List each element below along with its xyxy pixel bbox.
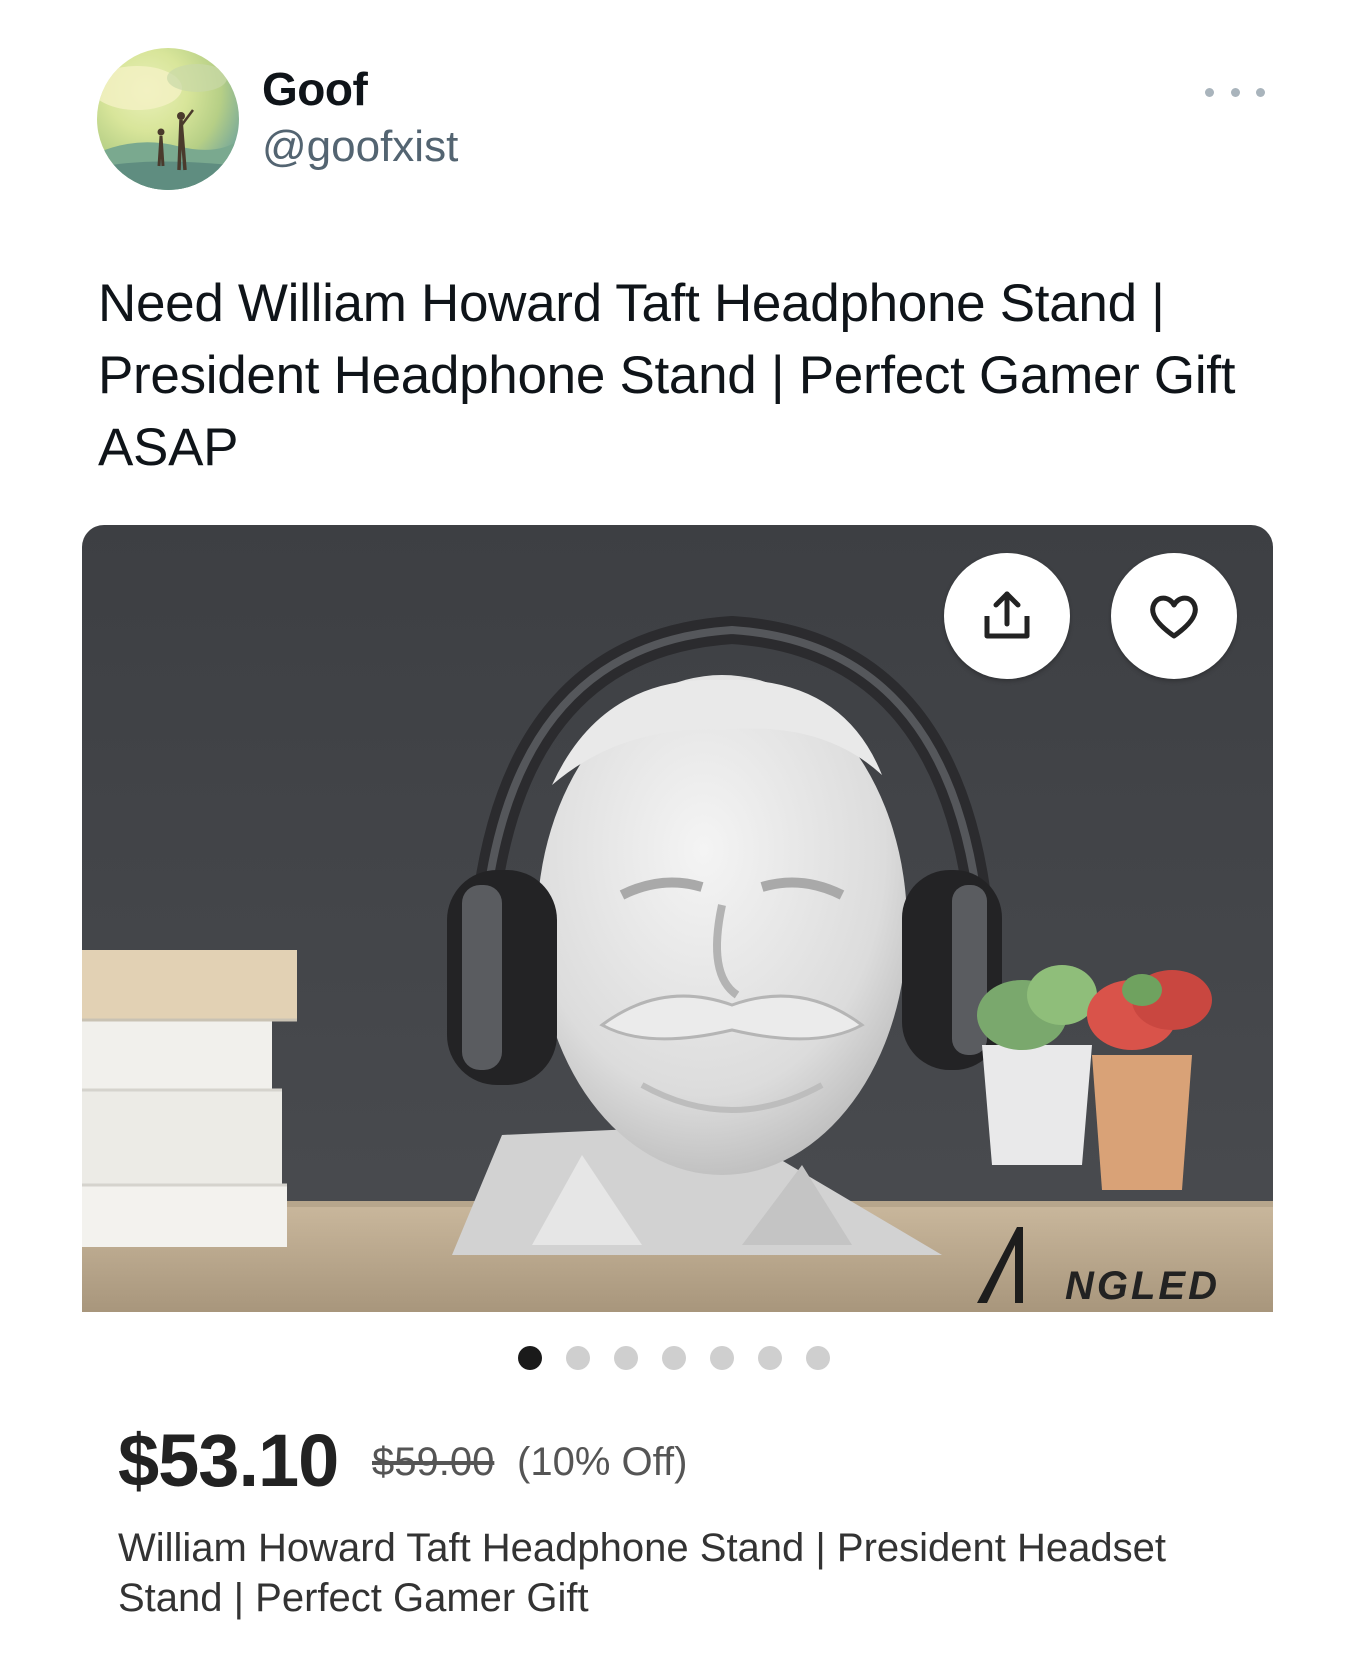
favorite-button[interactable] [1111,553,1237,679]
share-icon [984,591,1030,639]
carousel-dot[interactable] [566,1346,590,1370]
more-horizontal-icon [1230,87,1240,97]
discount-label: (10% Off) [517,1440,688,1484]
more-horizontal-icon [1256,87,1265,97]
author-handle[interactable]: @goofxist [262,122,458,172]
watermark-text: NGLED [1065,1264,1220,1308]
carousel-dot[interactable] [806,1346,830,1370]
carousel-dot[interactable] [662,1346,686,1370]
share-button[interactable] [944,553,1070,679]
tweet-screenshot: Goof @goofxist Need William Howard Taft … [0,0,1347,1679]
carousel-dot[interactable] [614,1346,638,1370]
image-carousel-indicator [518,1346,830,1370]
original-price: $59.00 [372,1440,495,1484]
tweet-text: Need William Howard Taft Headphone Stand… [98,274,1236,477]
avatar[interactable] [97,48,239,190]
angled-logo-icon [977,1227,1023,1303]
carousel-dot[interactable] [518,1346,542,1370]
product-title[interactable]: William Howard Taft Headphone Stand | Pr… [118,1523,1268,1623]
sale-price: $53.10 [118,1419,339,1502]
more-horizontal-icon [1205,87,1214,97]
heart-icon [1150,595,1198,639]
carousel-dot[interactable] [758,1346,782,1370]
carousel-dot[interactable] [710,1346,734,1370]
product-image[interactable] [82,525,1273,1312]
author-display-name[interactable]: Goof [262,62,368,116]
more-options-button[interactable] [1205,72,1265,112]
